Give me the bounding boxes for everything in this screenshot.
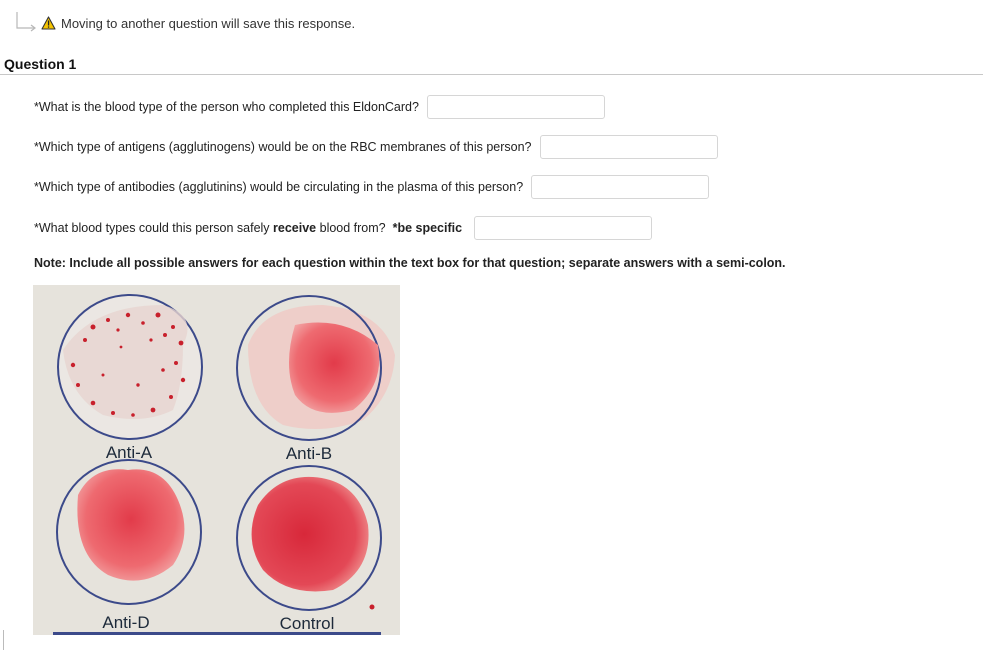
question-row-antibodies: *Which type of antibodies (agglutinins) … (34, 175, 710, 199)
question-row-blood-type: *What is the blood type of the person wh… (34, 95, 605, 119)
return-arrow-icon (16, 12, 36, 32)
question-title: Question 1 (4, 56, 77, 72)
anti-b-label: Anti-B (286, 444, 332, 463)
divider (3, 630, 4, 650)
anti-d-label: Anti-D (102, 613, 149, 632)
control-well (236, 465, 382, 611)
anti-a-well (57, 294, 203, 440)
receive-answer-field[interactable] (474, 216, 653, 240)
question-row-receive: *What blood types could this person safe… (34, 216, 653, 240)
question-prompt: *What blood types could this person safe… (34, 221, 463, 235)
question-prompt: *Which type of antibodies (agglutinins) … (34, 180, 524, 194)
warning-text: Moving to another question will save thi… (61, 15, 356, 31)
instruction-note: Note: Include all possible answers for e… (34, 256, 786, 270)
blood-type-answer-field[interactable] (426, 95, 605, 119)
eldoncard-photo: Anti-A Anti-B Anti-D Control (33, 285, 400, 635)
divider (0, 74, 983, 75)
antibodies-answer-field[interactable] (531, 175, 710, 199)
question-prompt: *Which type of antigens (agglutinogens) … (34, 140, 532, 154)
antigens-answer-field[interactable] (539, 135, 718, 159)
save-warning: Moving to another question will save thi… (14, 10, 355, 36)
question-row-antigens: *Which type of antigens (agglutinogens) … (34, 135, 718, 159)
warning-triangle-icon (41, 16, 56, 30)
question-prompt: *What is the blood type of the person wh… (34, 100, 419, 114)
anti-a-label: Anti-A (106, 443, 153, 462)
control-label: Control (280, 614, 335, 633)
